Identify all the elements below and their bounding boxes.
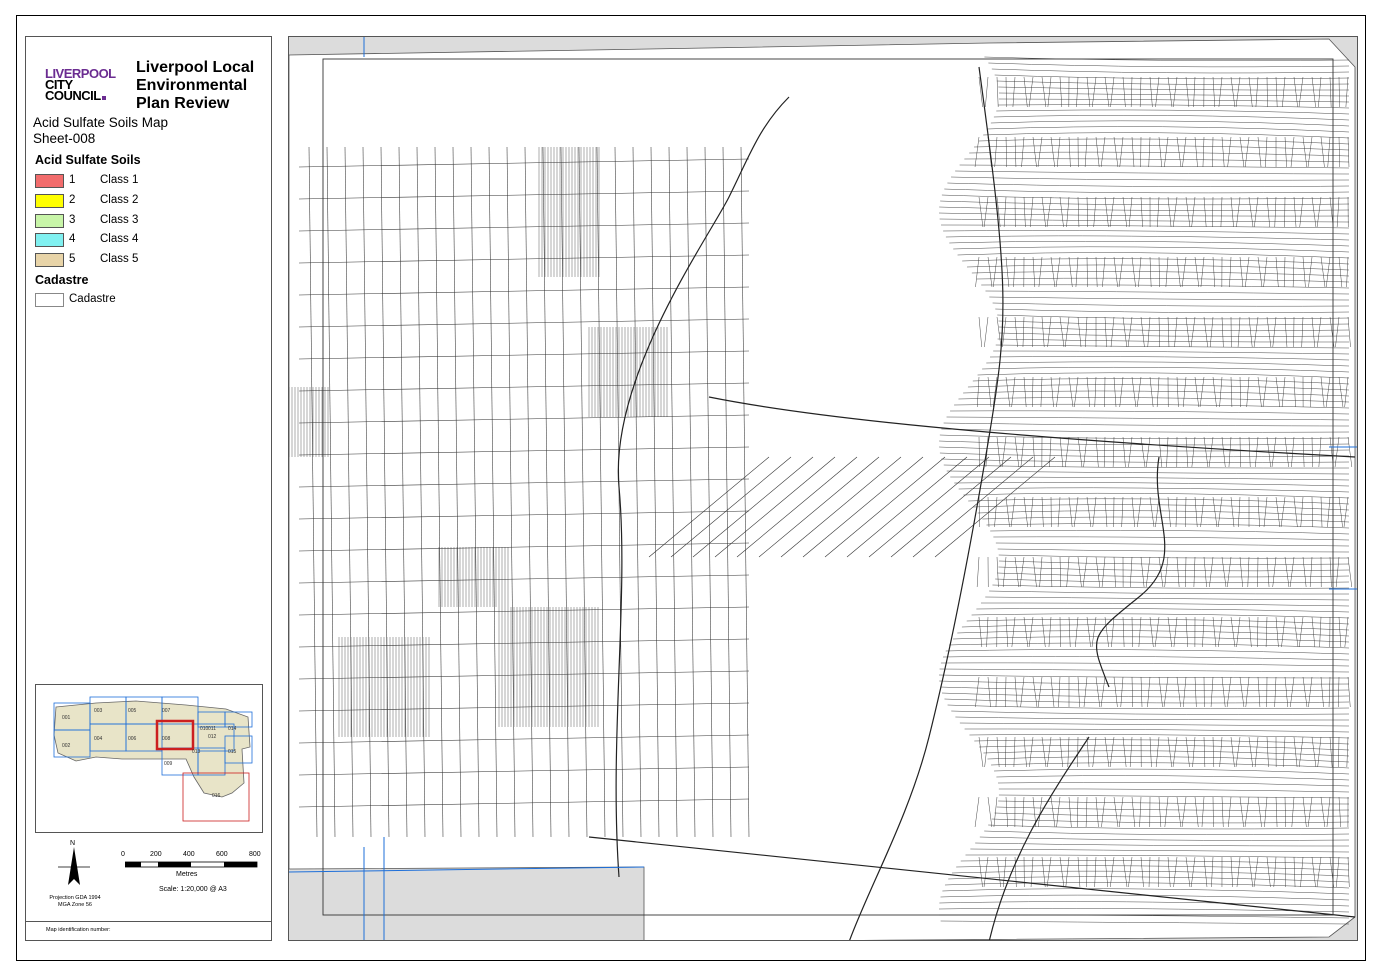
logo-line-3: COUNCIL [45, 88, 125, 103]
legend-swatch-class-3 [35, 214, 64, 228]
legend-heading-cadastre: Cadastre [35, 273, 89, 287]
projection-line-1: Projection GDA 1994 [49, 895, 101, 901]
scale-tick: 200 [150, 851, 162, 858]
index-map: 001 002 003 004 005 006 007 008 009 013 010 01… [35, 684, 263, 833]
svg-text:003: 003 [94, 708, 103, 714]
map-view[interactable] [288, 36, 1358, 941]
north-label: N [70, 840, 75, 847]
svg-text:012: 012 [208, 734, 217, 740]
svg-text:001: 001 [62, 715, 71, 721]
legend-panel: LIVERPOOL CITY COUNCIL Liverpool Local E… [25, 36, 272, 941]
north-arrow: N [54, 837, 94, 892]
map-name: Acid Sulfate Soils Map [33, 115, 169, 130]
svg-text:004: 004 [94, 736, 103, 742]
legend-swatch-class-5 [35, 253, 64, 267]
scale-tick: 800 [249, 851, 261, 858]
svg-text:006: 006 [128, 736, 137, 742]
council-logo: LIVERPOOL CITY COUNCIL [45, 67, 125, 103]
logo-mark-icon [101, 96, 106, 100]
legend-code: 1 [69, 174, 76, 186]
legend-label: Class 3 [100, 214, 139, 226]
map-identification: Map identification number: [26, 921, 271, 942]
legend-swatch-class-1 [35, 174, 64, 188]
map-title: Liverpool Local Environmental Plan Revie… [136, 59, 255, 112]
map-subtitle: Acid Sulfate Soils Map Sheet-008 [33, 115, 168, 147]
scale-tick: 600 [216, 851, 228, 858]
legend-swatch-cadastre [35, 293, 64, 307]
projection-info: Projection GDA 1994 MGA Zone 56 [35, 895, 115, 909]
legend-label: Class 1 [100, 174, 139, 186]
svg-text:013: 013 [192, 749, 201, 755]
parcel-area [289, 38, 1356, 940]
svg-text:014: 014 [228, 726, 237, 732]
svg-text:008: 008 [162, 736, 171, 742]
legend-code: 4 [69, 233, 76, 245]
legend-label: Class 4 [100, 233, 139, 245]
legend-label: Cadastre [69, 293, 116, 305]
legend-code: 3 [69, 214, 76, 226]
legend-label: Class 2 [100, 194, 139, 206]
legend-swatch-class-4 [35, 233, 64, 247]
scale-text: Scale: 1:20,000 @ A3 [159, 886, 227, 893]
svg-text:016: 016 [212, 793, 221, 799]
projection-line-2: MGA Zone 56 [58, 902, 92, 908]
legend-label: Class 5 [100, 253, 139, 265]
logo-line-3-text: COUNCIL [45, 88, 101, 103]
north-arrow-icon: N [58, 840, 90, 885]
svg-text:011: 011 [208, 726, 216, 732]
map-id-label: Map identification number: [46, 927, 111, 933]
svg-text:002: 002 [62, 743, 71, 749]
legend-code: 2 [69, 194, 76, 206]
svg-text:009: 009 [164, 761, 173, 767]
cadastre-map [289, 37, 1357, 940]
legend-heading-acid: Acid Sulfate Soils [35, 153, 141, 167]
index-area-shape [53, 700, 251, 798]
svg-text:015: 015 [228, 749, 237, 755]
scale-bar-graphic [125, 861, 258, 868]
scale-unit: Metres [176, 871, 198, 878]
svg-text:005: 005 [128, 708, 137, 714]
scale-bar: 0 200 400 600 800 Metres Scale: 1:20,000… [121, 849, 261, 909]
index-map-graphic: 001002 003004 005006 007008 009013 010 01… [53, 696, 253, 822]
sheet-number: Sheet-008 [33, 131, 96, 146]
legend-code: 5 [69, 253, 76, 265]
scale-ticks: 0 200 400 600 800 [121, 851, 261, 859]
scale-tick: 0 [121, 851, 125, 858]
legend-swatch-class-2 [35, 194, 64, 208]
svg-text:007: 007 [162, 708, 171, 714]
scale-tick: 400 [183, 851, 195, 858]
